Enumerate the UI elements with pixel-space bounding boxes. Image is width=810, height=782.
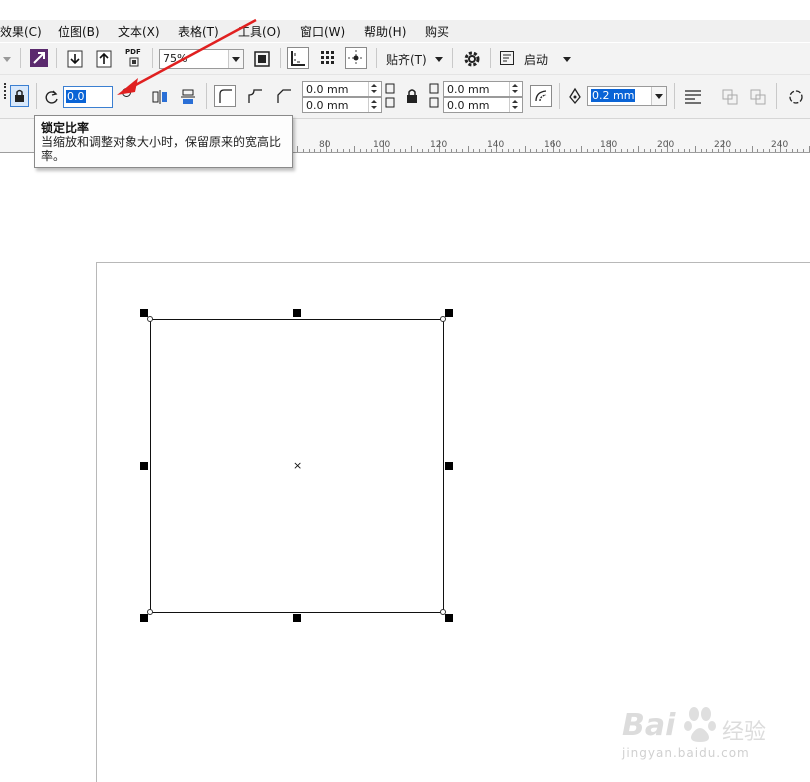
- resize-handle[interactable]: [293, 309, 301, 317]
- resize-handle[interactable]: [445, 614, 453, 622]
- resize-handle[interactable]: [445, 309, 453, 317]
- resize-handle[interactable]: [140, 309, 148, 317]
- corner-node[interactable]: [440, 609, 446, 615]
- resize-handle[interactable]: [140, 614, 148, 622]
- corner-node[interactable]: [147, 609, 153, 615]
- resize-handle[interactable]: [445, 462, 453, 470]
- watermark-brand-cn: 经验: [722, 720, 767, 745]
- corner-node[interactable]: [147, 316, 153, 322]
- watermark-url: jingyan.baidu.com: [622, 746, 750, 760]
- resize-handle[interactable]: [140, 462, 148, 470]
- page-border: [96, 262, 810, 263]
- corner-node[interactable]: [440, 316, 446, 322]
- arrow-head: [117, 78, 138, 95]
- center-marker-icon: ×: [293, 459, 303, 472]
- baidu-watermark: Bai 经验 jingyan.baidu.com: [620, 700, 770, 770]
- annotation-arrow: [117, 18, 257, 95]
- page-border: [96, 262, 97, 782]
- arrow-shaft: [129, 18, 257, 90]
- watermark-brand: Bai: [622, 708, 676, 743]
- resize-handle[interactable]: [293, 614, 301, 622]
